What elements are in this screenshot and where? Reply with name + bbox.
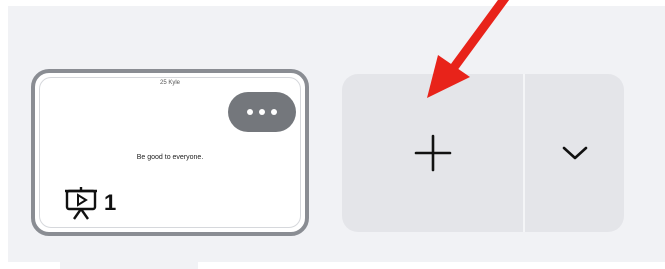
page-number-row: 1 [64,183,116,223]
slide-top-text: 25 Kyle [159,80,180,86]
slide-body-text: Be good to everyone. [136,154,204,161]
chevron-down-icon [562,146,587,160]
presentation-icon [65,187,97,220]
more-options-button[interactable] [228,92,296,132]
add-page-options-button[interactable] [525,74,624,232]
bottom-strip [60,262,198,269]
plus-icon [414,134,451,172]
page-number: 1 [104,190,117,215]
add-page-button[interactable] [342,74,523,232]
more-dots-icon [247,109,253,115]
add-page-split-button [342,74,624,232]
more-dot [259,109,265,115]
more-dot [271,109,277,115]
